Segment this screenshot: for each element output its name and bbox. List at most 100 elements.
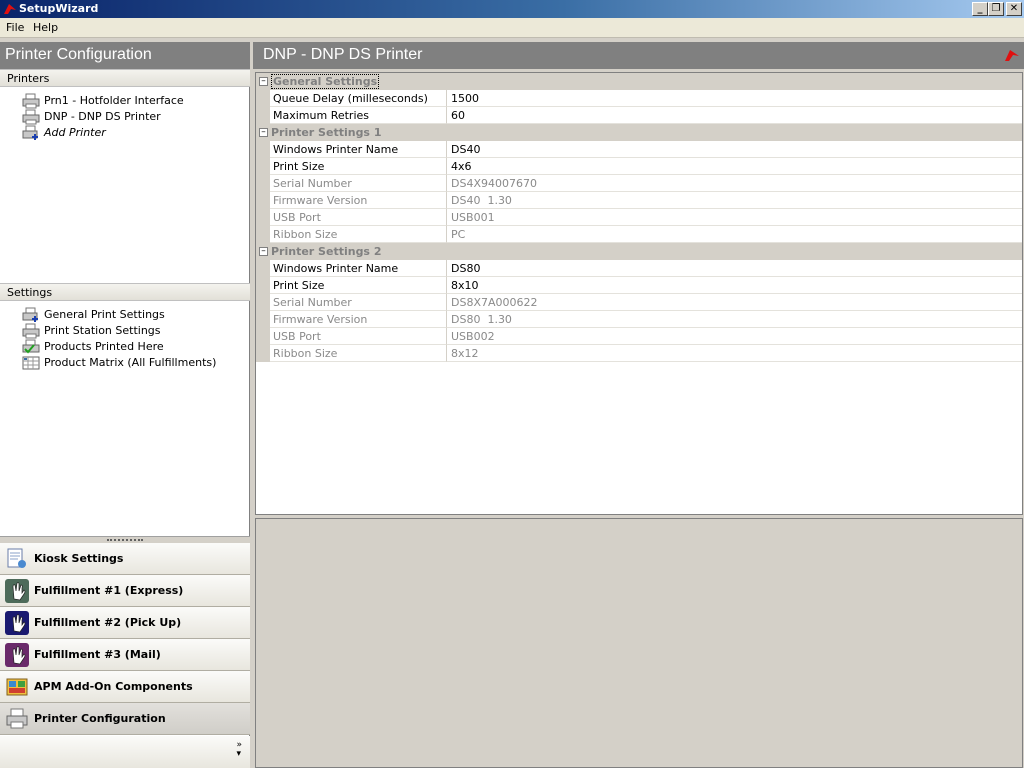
property-value[interactable]: 1500 [447,90,1022,107]
property-value: PC [447,226,1022,243]
property-row[interactable]: Print Size 4x6 [256,158,1022,175]
property-name: Maximum Retries [270,107,447,124]
property-row[interactable]: Print Size 8x10 [256,277,1022,294]
nav-label: Fulfillment #3 (Mail) [34,648,161,661]
property-name: Serial Number [270,175,447,192]
app-logo-icon [4,4,16,14]
category-title: Printer Settings 2 [271,245,382,258]
property-name: Windows Printer Name [270,141,447,158]
property-row-readonly[interactable]: Firmware Version DS40 1.30 [256,192,1022,209]
tree-item-label: Products Printed Here [44,340,164,353]
title-bar: SetupWizard _ ❐ ✕ [0,0,1024,18]
category-title: General Settings [271,74,380,89]
category-printer-settings-1[interactable]: – Printer Settings 1 [256,124,1022,141]
property-value[interactable]: DS40 [447,141,1022,158]
property-row-readonly[interactable]: Ribbon Size 8x12 [256,345,1022,362]
property-row[interactable]: Windows Printer Name DS40 [256,141,1022,158]
hand-icon [5,611,29,635]
nav-label: APM Add-On Components [34,680,193,693]
printer-icon [22,93,40,109]
category-general-settings[interactable]: – General Settings [256,73,1022,90]
property-name: Ribbon Size [270,345,447,362]
collapse-icon[interactable]: – [259,128,268,137]
property-name: USB Port [270,209,447,226]
property-value: 8x12 [447,345,1022,362]
nav-apm-addon-components[interactable]: APM Add-On Components [0,671,250,703]
collapse-icon[interactable]: – [259,247,268,256]
tree-item-label: General Print Settings [44,308,165,321]
property-value[interactable]: 4x6 [447,158,1022,175]
description-pane [255,518,1023,768]
property-row-readonly[interactable]: Serial Number DS4X94007670 [256,175,1022,192]
nav-footer: » ▾ [0,736,250,768]
nav-fulfillment-pickup[interactable]: Fulfillment #2 (Pick Up) [0,607,250,639]
nav-kiosk-settings[interactable]: Kiosk Settings [0,543,250,575]
addon-icon [6,678,28,696]
property-value: USB001 [447,209,1022,226]
menu-bar: File Help [0,18,1024,38]
property-name: Print Size [270,277,447,294]
nav-label: Kiosk Settings [34,552,124,565]
configure-buttons-chevron-icon[interactable]: » ▾ [236,741,242,759]
property-value[interactable]: 8x10 [447,277,1022,294]
property-name: USB Port [270,328,447,345]
property-row-readonly[interactable]: USB Port USB001 [256,209,1022,226]
close-button[interactable]: ✕ [1006,2,1022,16]
tree-item-label: Product Matrix (All Fulfillments) [44,356,217,369]
settings-printer-icon [22,307,38,322]
nav-label: Fulfillment #2 (Pick Up) [34,616,182,629]
tree-item-label: Add Printer [44,126,106,139]
printers-section-header: Printers [0,69,250,87]
left-panel: Printer Configuration Printers Prn1 - Ho… [0,42,250,768]
property-name: Queue Delay (milleseconds) [270,90,447,107]
window-title: SetupWizard [19,2,99,15]
menu-help[interactable]: Help [33,21,58,34]
kiosk-icon [7,548,26,568]
property-name: Ribbon Size [270,226,447,243]
printer-icon [6,708,28,729]
add-printer-icon [22,125,38,140]
category-title: Printer Settings 1 [271,126,382,139]
property-grid: – General Settings Queue Delay (millesec… [255,72,1023,515]
right-panel-title-text: DNP - DNP DS Printer [263,46,423,63]
restore-button[interactable]: ❐ [988,2,1004,16]
hand-icon [5,643,29,667]
printer-icon [22,323,40,339]
property-row[interactable]: Windows Printer Name DS80 [256,260,1022,277]
property-name: Serial Number [270,294,447,311]
right-panel-title: DNP - DNP DS Printer [253,42,1024,69]
property-row-readonly[interactable]: Firmware Version DS80 1.30 [256,311,1022,328]
nav-label: Fulfillment #1 (Express) [34,584,184,597]
nav-fulfillment-express[interactable]: Fulfillment #1 (Express) [0,575,250,607]
property-row[interactable]: Maximum Retries 60 [256,107,1022,124]
nav-fulfillment-mail[interactable]: Fulfillment #3 (Mail) [0,639,250,671]
property-value: DS4X94007670 [447,175,1022,192]
property-name: Print Size [270,158,447,175]
category-printer-settings-2[interactable]: – Printer Settings 2 [256,243,1022,260]
matrix-icon [22,356,40,370]
property-value[interactable]: 60 [447,107,1022,124]
hand-icon [5,579,29,603]
property-value: USB002 [447,328,1022,345]
menu-file[interactable]: File [6,21,24,34]
splitter-grip-icon [107,539,143,541]
property-value: DS40 1.30 [447,192,1022,209]
property-row-readonly[interactable]: Serial Number DS8X7A000622 [256,294,1022,311]
panel-splitter[interactable] [0,536,250,543]
right-panel: DNP - DNP DS Printer – General Settings … [253,42,1024,768]
property-value: DS8X7A000622 [447,294,1022,311]
property-row-readonly[interactable]: USB Port USB002 [256,328,1022,345]
nav-printer-configuration[interactable]: Printer Configuration [0,703,250,735]
settings-section-header: Settings [0,283,250,301]
tree-item-label: Print Station Settings [44,324,161,337]
property-row-readonly[interactable]: Ribbon Size PC [256,226,1022,243]
app-logo-icon [1005,50,1019,61]
property-value[interactable]: DS80 [447,260,1022,277]
tree-item-label: DNP - DNP DS Printer [44,110,161,123]
property-name: Windows Printer Name [270,260,447,277]
property-row[interactable]: Queue Delay (milleseconds) 1500 [256,90,1022,107]
collapse-icon[interactable]: – [259,77,268,86]
property-value: DS80 1.30 [447,311,1022,328]
minimize-button[interactable]: _ [972,2,988,16]
tree-item-label: Prn1 - Hotfolder Interface [44,94,184,107]
